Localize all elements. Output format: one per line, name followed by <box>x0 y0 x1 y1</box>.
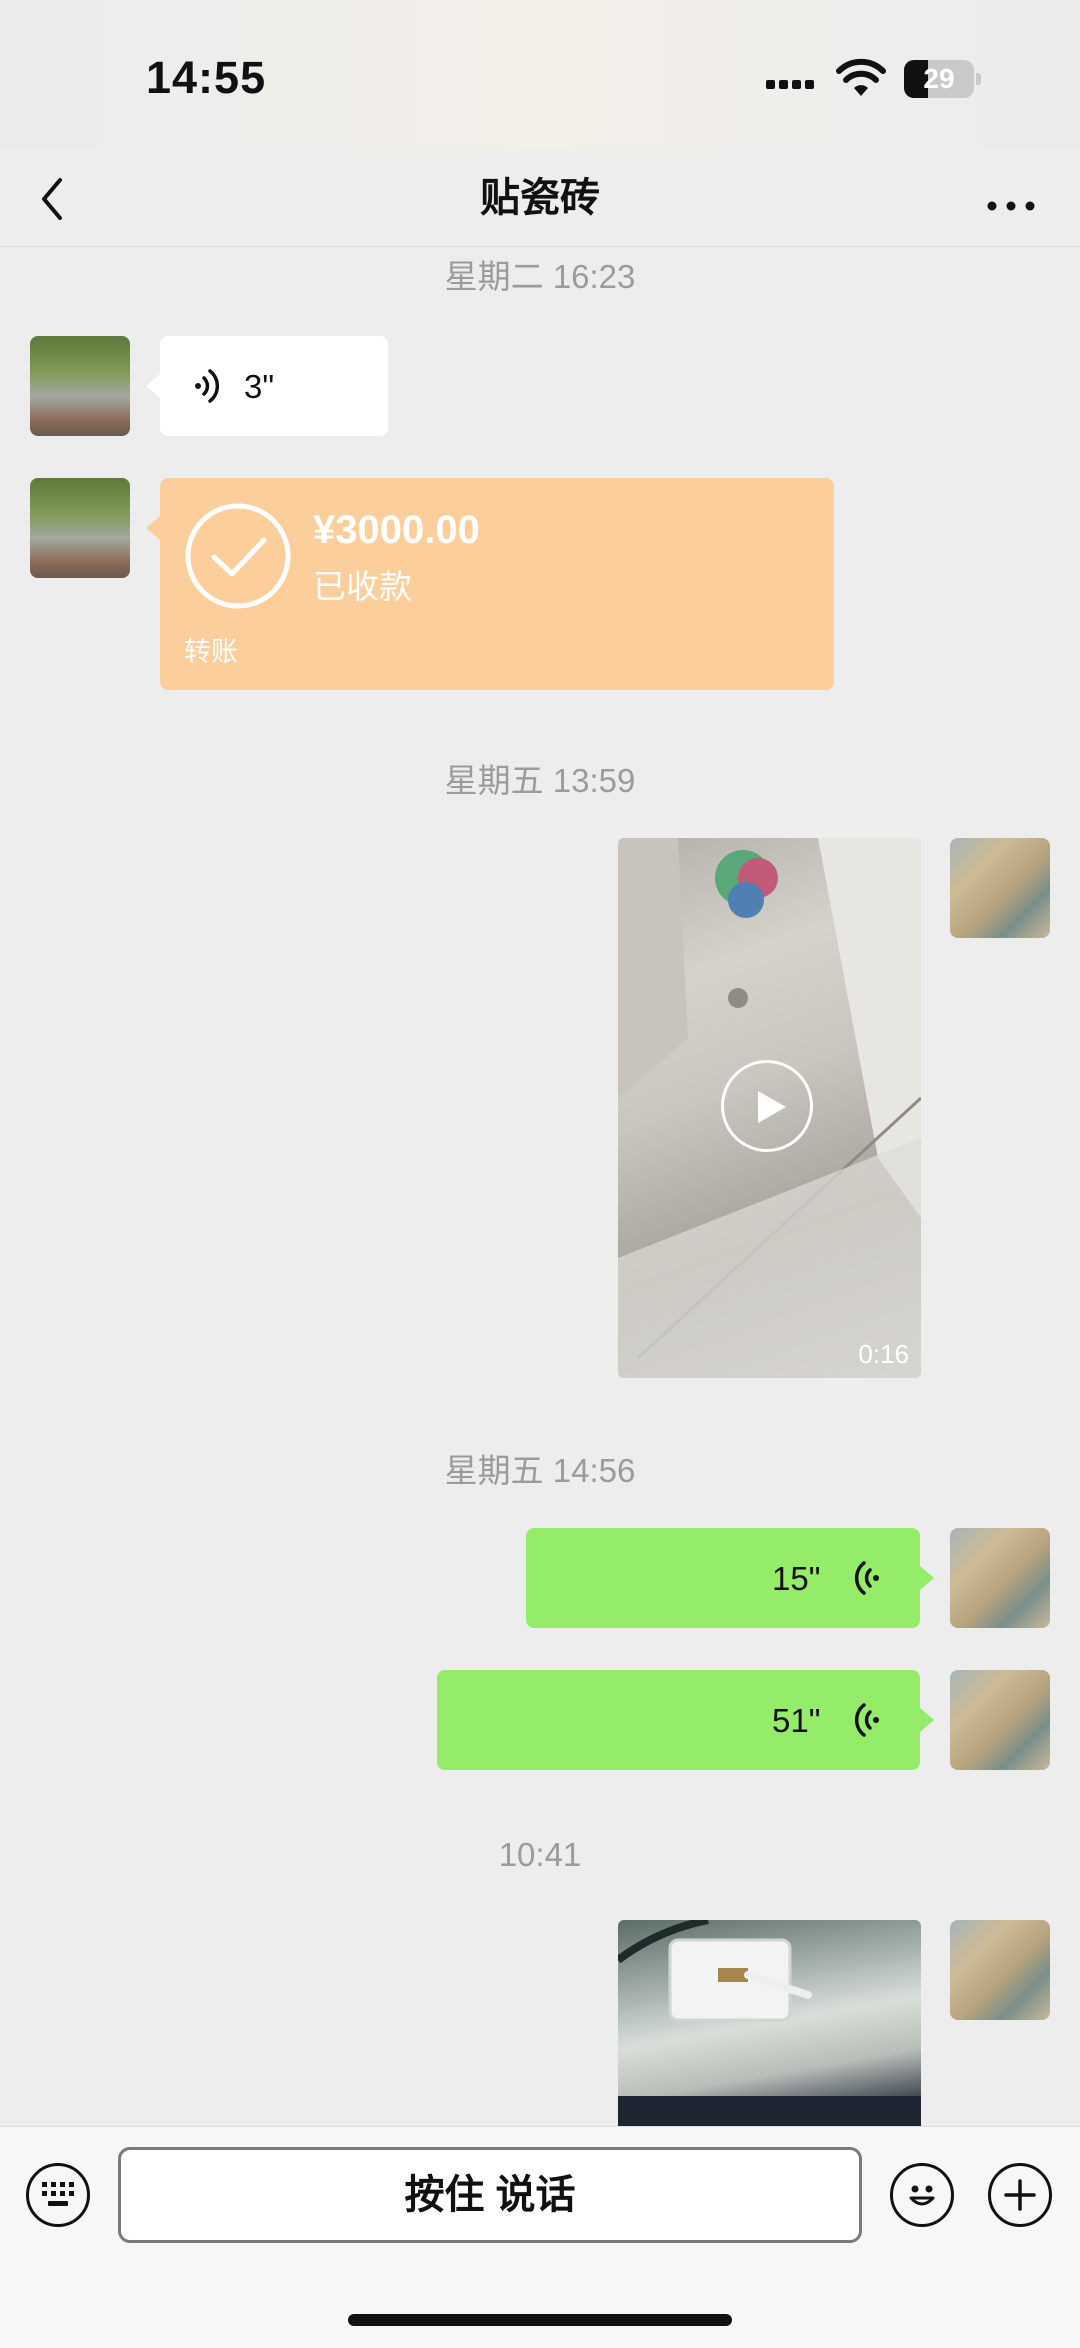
chat-title: 贴瓷砖 <box>480 176 600 220</box>
my-avatar[interactable] <box>950 838 1050 938</box>
battery-icon: 29 <box>904 60 974 98</box>
voice-wave-icon <box>195 369 220 403</box>
status-time: 14:55 <box>146 52 267 103</box>
battery-level: 29 <box>923 63 955 94</box>
play-button[interactable] <box>721 1060 813 1152</box>
voice-duration: 3" <box>244 368 275 405</box>
status-bar: 14:55 29 <box>0 0 1080 150</box>
image-thumbnail <box>618 1920 921 2126</box>
more-button[interactable] <box>980 164 1050 234</box>
voice-duration: 51" <box>772 1702 821 1739</box>
bubble-tail <box>146 374 160 398</box>
voice-message-incoming[interactable]: 3" <box>160 336 388 436</box>
emoji-button[interactable] <box>890 2163 954 2227</box>
my-avatar[interactable] <box>950 1670 1050 1770</box>
wifi-icon <box>836 58 886 103</box>
smiley-icon <box>909 2185 935 2206</box>
voice-wave-icon <box>854 1703 879 1737</box>
contact-avatar[interactable] <box>30 478 130 578</box>
bubble-tail <box>920 1708 934 1732</box>
video-duration: 0:16 <box>858 1339 909 1369</box>
back-button[interactable] <box>30 164 100 234</box>
voice-message-outgoing[interactable]: 15" <box>526 1528 920 1628</box>
check-circle-icon <box>185 503 291 609</box>
hold-to-talk-button[interactable]: 按住 说话 <box>118 2147 862 2243</box>
timestamp: 星期五 13:59 <box>444 762 636 799</box>
transfer-message[interactable]: ¥3000.00 已收款 转账 <box>160 478 834 690</box>
ellipsis-icon <box>987 201 1035 211</box>
more-actions-button[interactable] <box>988 2163 1052 2227</box>
my-avatar[interactable] <box>950 1920 1050 2020</box>
nav-bar: 贴瓷砖 <box>0 150 1080 247</box>
bubble-tail <box>146 516 160 540</box>
transfer-label: 转账 <box>184 637 238 667</box>
plus-icon <box>1004 2179 1036 2211</box>
video-message[interactable]: 0:16 <box>618 838 921 1378</box>
contact-avatar[interactable] <box>30 336 130 436</box>
keyboard-toggle-button[interactable] <box>26 2163 90 2227</box>
transfer-status: 已收款 <box>313 568 412 605</box>
image-message[interactable] <box>618 1920 921 2126</box>
keyboard-icon <box>42 2182 74 2206</box>
timestamp: 星期二 16:23 <box>444 258 636 295</box>
cellular-signal-icon <box>766 76 818 94</box>
voice-message-outgoing[interactable]: 51" <box>437 1670 920 1770</box>
timestamp: 星期五 14:56 <box>444 1452 636 1489</box>
voice-wave-icon <box>854 1561 879 1595</box>
voice-duration: 15" <box>772 1560 821 1597</box>
transfer-amount: ¥3000.00 <box>313 508 480 552</box>
battery-tip <box>976 73 981 85</box>
bubble-tail <box>920 1566 934 1590</box>
my-avatar[interactable] <box>950 1528 1050 1628</box>
home-indicator <box>348 2314 732 2326</box>
timestamp: 10:41 <box>498 1836 582 1873</box>
chevron-left-icon <box>42 178 62 220</box>
play-icon <box>758 1091 786 1123</box>
